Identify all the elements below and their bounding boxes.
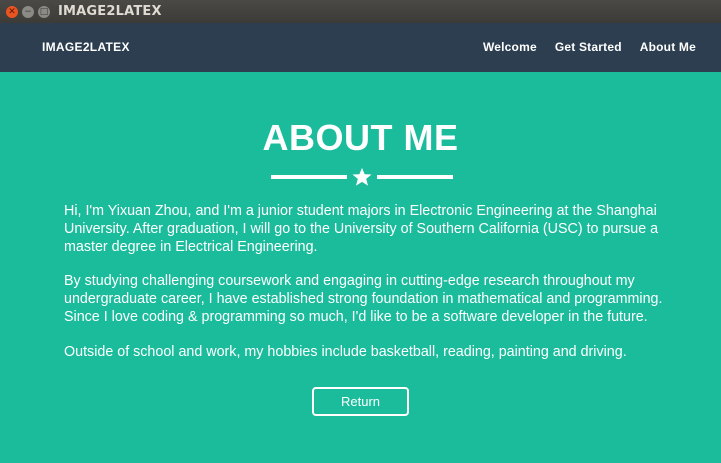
star-divider <box>271 167 453 187</box>
minimize-icon[interactable]: − <box>22 5 34 18</box>
star-icon <box>352 167 372 186</box>
about-section: ABOUT ME Hi, I'm Yixuan Zhou, and I'm a … <box>0 72 721 463</box>
navbar-brand[interactable]: IMAGE2LATEX <box>42 40 130 54</box>
navbar: IMAGE2LATEX Welcome Get Started About Me <box>0 23 721 72</box>
close-icon[interactable]: ✕ <box>6 5 18 18</box>
return-button[interactable]: Return <box>312 387 409 416</box>
divider-line-right <box>377 175 453 179</box>
about-paragraph-hobbies: Outside of school and work, my hobbies i… <box>64 344 627 360</box>
divider-line-left <box>271 175 347 179</box>
window-titlebar: ✕ − □ IMAGE2LATEX <box>0 0 721 23</box>
nav-links: Welcome Get Started About Me <box>483 40 696 54</box>
window-title: IMAGE2LATEX <box>58 4 162 19</box>
page-title: ABOUT ME <box>262 117 459 158</box>
nav-link-about-me[interactable]: About Me <box>640 40 696 54</box>
nav-link-welcome[interactable]: Welcome <box>483 40 537 54</box>
about-paragraph-career: By studying challenging coursework and e… <box>64 273 663 325</box>
nav-link-get-started[interactable]: Get Started <box>555 40 622 54</box>
maximize-icon[interactable]: □ <box>38 5 50 18</box>
about-paragraph-intro: Hi, I'm Yixuan Zhou, and I'm a junior st… <box>64 203 659 255</box>
